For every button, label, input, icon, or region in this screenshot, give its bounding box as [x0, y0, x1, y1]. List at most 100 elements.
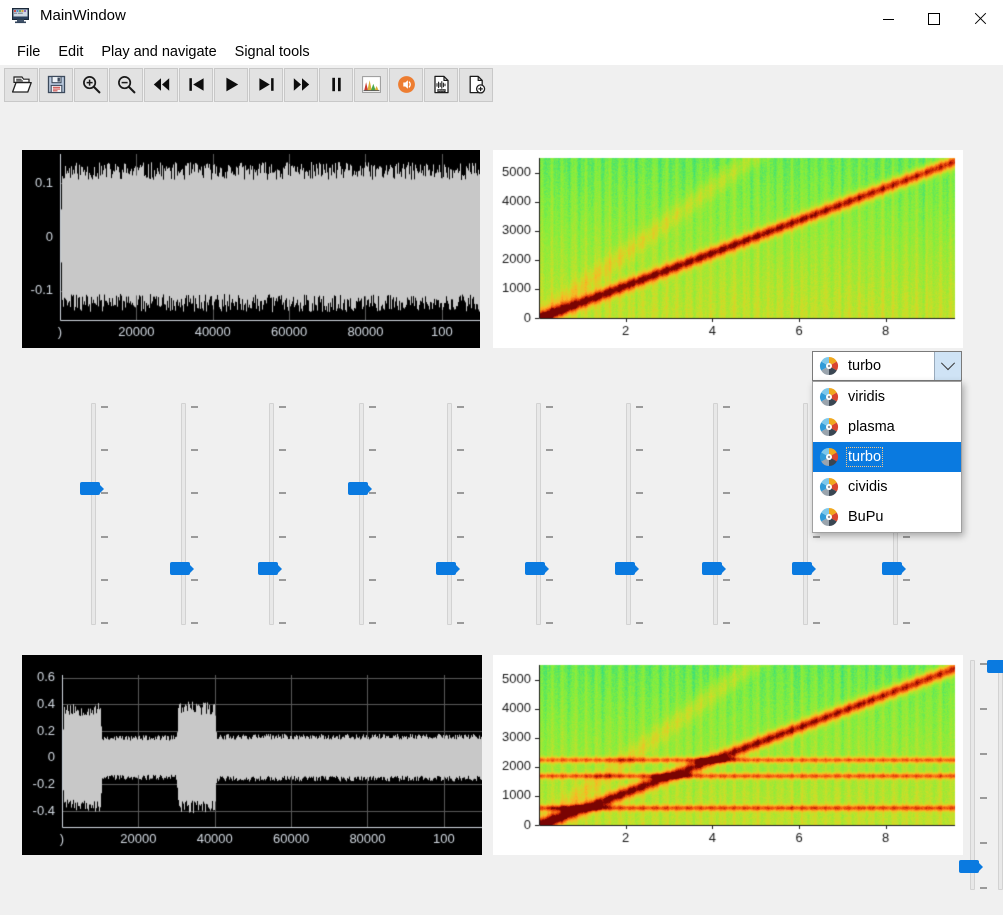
colormap-option-label: viridis: [848, 389, 886, 405]
slider-groove[interactable]: [713, 403, 718, 625]
slider-groove[interactable]: [536, 403, 541, 625]
waveform-bottom-chart[interactable]: [22, 655, 482, 855]
title-bar: MainWindow: [0, 0, 1003, 38]
slider-tick: [279, 449, 286, 451]
slider-handle[interactable]: [525, 562, 549, 575]
slider-tick: [903, 536, 910, 538]
slider-tick: [369, 579, 376, 581]
wav-file-icon: WAV: [433, 75, 449, 94]
slider-handle[interactable]: [348, 482, 372, 495]
colormap-option-BuPu[interactable]: BuPu: [813, 502, 961, 532]
slider-tick: [546, 536, 553, 538]
slider-right-upper[interactable]: [985, 660, 1003, 890]
slider-3[interactable]: [256, 403, 286, 625]
menu-file[interactable]: File: [8, 40, 49, 64]
fast-forward-icon: [293, 78, 309, 91]
slider-handle[interactable]: [170, 562, 194, 575]
slider-handle[interactable]: [702, 562, 726, 575]
chevron-down-icon: [940, 356, 956, 371]
slider-8[interactable]: [700, 403, 730, 625]
slider-tick: [191, 536, 198, 538]
slider-handle[interactable]: [615, 562, 639, 575]
slider-tick: [279, 622, 286, 624]
slider-4[interactable]: [346, 403, 376, 625]
slider-5[interactable]: [434, 403, 464, 625]
slider-6[interactable]: [523, 403, 553, 625]
fast-forward-button[interactable]: [284, 67, 318, 102]
pause-icon: [331, 77, 341, 92]
slider-groove[interactable]: [998, 660, 1003, 890]
zoom-in-icon: [82, 76, 100, 94]
pause-button[interactable]: [319, 67, 353, 102]
slider-2[interactable]: [168, 403, 198, 625]
skip-next-button[interactable]: [249, 67, 283, 102]
colormap-dropdown-arrow[interactable]: [934, 352, 961, 380]
slider-tick: [369, 449, 376, 451]
skip-previous-icon: [188, 78, 204, 91]
slider-groove[interactable]: [803, 403, 808, 625]
slider-groove[interactable]: [447, 403, 452, 625]
maximize-button[interactable]: [911, 0, 957, 38]
maximize-icon: [928, 13, 940, 25]
colorwheel-icon: [819, 448, 839, 466]
minimize-icon: [882, 18, 894, 20]
slider-handle[interactable]: [882, 562, 906, 575]
slider-handle[interactable]: [792, 562, 816, 575]
slider-groove[interactable]: [626, 403, 631, 625]
zoom-out-button[interactable]: [109, 67, 143, 102]
slider-tick: [279, 492, 286, 494]
window-title: MainWindow: [40, 7, 126, 24]
colormap-option-cividis[interactable]: cividis: [813, 472, 961, 502]
slider-groove[interactable]: [181, 403, 186, 625]
colorwheel-icon: [819, 388, 839, 406]
slider-tick: [457, 406, 464, 408]
slider-tick: [636, 406, 643, 408]
spectrogram-bottom-chart[interactable]: [493, 655, 963, 855]
save-button[interactable]: [39, 67, 73, 102]
slider-1[interactable]: [78, 403, 108, 625]
waveform-top-chart[interactable]: [22, 150, 480, 348]
slider-handle[interactable]: [258, 562, 282, 575]
colormap-selected-label: turbo: [848, 358, 882, 374]
slider-7[interactable]: [613, 403, 643, 625]
play-button[interactable]: [214, 67, 248, 102]
close-button[interactable]: [957, 0, 1003, 38]
zoom-in-button[interactable]: [74, 67, 108, 102]
menu-play-and-navigate[interactable]: Play and navigate: [92, 40, 225, 64]
minimize-button[interactable]: [865, 0, 911, 38]
menu-signal-tools[interactable]: Signal tools: [226, 40, 319, 64]
slider-handle[interactable]: [80, 482, 104, 495]
spectrum-chart-icon: [361, 76, 381, 93]
new-file-button[interactable]: [459, 67, 493, 102]
slider-tick: [191, 449, 198, 451]
colormap-option-plasma[interactable]: plasma: [813, 412, 961, 442]
colormap-dropdown[interactable]: turbo: [812, 351, 962, 381]
slider-tick: [546, 449, 553, 451]
skip-previous-button[interactable]: [179, 67, 213, 102]
audio-output-button[interactable]: [389, 67, 423, 102]
slider-tick: [191, 622, 198, 624]
slider-groove[interactable]: [359, 403, 364, 625]
colormap-option-turbo[interactable]: turbo: [813, 442, 961, 472]
spectrogram-top-panel: [493, 150, 963, 348]
colormap-option-label: turbo: [845, 447, 884, 467]
spectrum-button[interactable]: [354, 67, 388, 102]
wav-file-button[interactable]: WAV: [424, 67, 458, 102]
slider-tick: [546, 622, 553, 624]
slider-tick: [279, 406, 286, 408]
slider-right-lower[interactable]: [957, 660, 987, 890]
slider-handle[interactable]: [959, 860, 983, 873]
slider-tick: [723, 406, 730, 408]
spectrogram-top-chart[interactable]: [493, 150, 963, 348]
menu-bar: File Edit Play and navigate Signal tools: [0, 38, 1003, 65]
slider-groove[interactable]: [91, 403, 96, 625]
rewind-button[interactable]: [144, 67, 178, 102]
open-button[interactable]: [4, 67, 38, 102]
menu-edit[interactable]: Edit: [49, 40, 92, 64]
colormap-option-viridis[interactable]: viridis: [813, 382, 961, 412]
slider-handle[interactable]: [987, 660, 1003, 673]
slider-tick: [636, 449, 643, 451]
slider-handle[interactable]: [436, 562, 460, 575]
slider-groove[interactable]: [269, 403, 274, 625]
slider-groove[interactable]: [970, 660, 975, 890]
